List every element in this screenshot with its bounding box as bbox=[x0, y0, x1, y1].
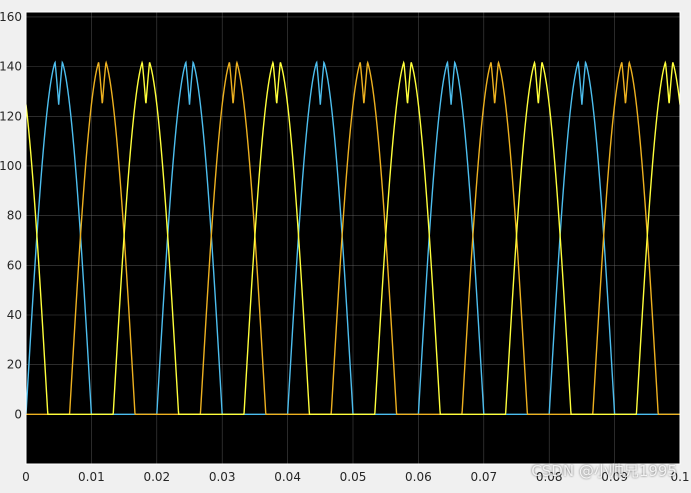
y-tick-label: 60 bbox=[7, 258, 22, 272]
x-tick-label: 0.01 bbox=[78, 470, 105, 484]
y-tick-label: 0 bbox=[14, 407, 22, 421]
y-tick-label: 80 bbox=[7, 209, 22, 223]
y-tick-label: 100 bbox=[0, 159, 22, 173]
chart: 0 0.01 0.02 0.03 0.04 0.05 0.06 0.07 0.08 0.09 0.1… bbox=[0, 10, 690, 484]
y-tick-label: 120 bbox=[0, 109, 22, 123]
x-tick-label: 0.05 bbox=[340, 470, 367, 484]
y-tick-label: 160 bbox=[0, 10, 22, 24]
y-tick-label: 140 bbox=[0, 60, 22, 74]
x-tick-label: 0.07 bbox=[470, 470, 497, 484]
x-tick-label: 0 bbox=[22, 470, 30, 484]
y-tick-label: 40 bbox=[7, 308, 22, 322]
y-tick-label: 20 bbox=[7, 358, 22, 372]
x-tick-label: 0.06 bbox=[405, 470, 432, 484]
watermark: CSDN @小帅兄1995 bbox=[531, 462, 677, 480]
x-tick-label: 0.04 bbox=[274, 470, 301, 484]
x-tick-label: 0.02 bbox=[143, 470, 170, 484]
x-tick-label: 0.03 bbox=[209, 470, 236, 484]
